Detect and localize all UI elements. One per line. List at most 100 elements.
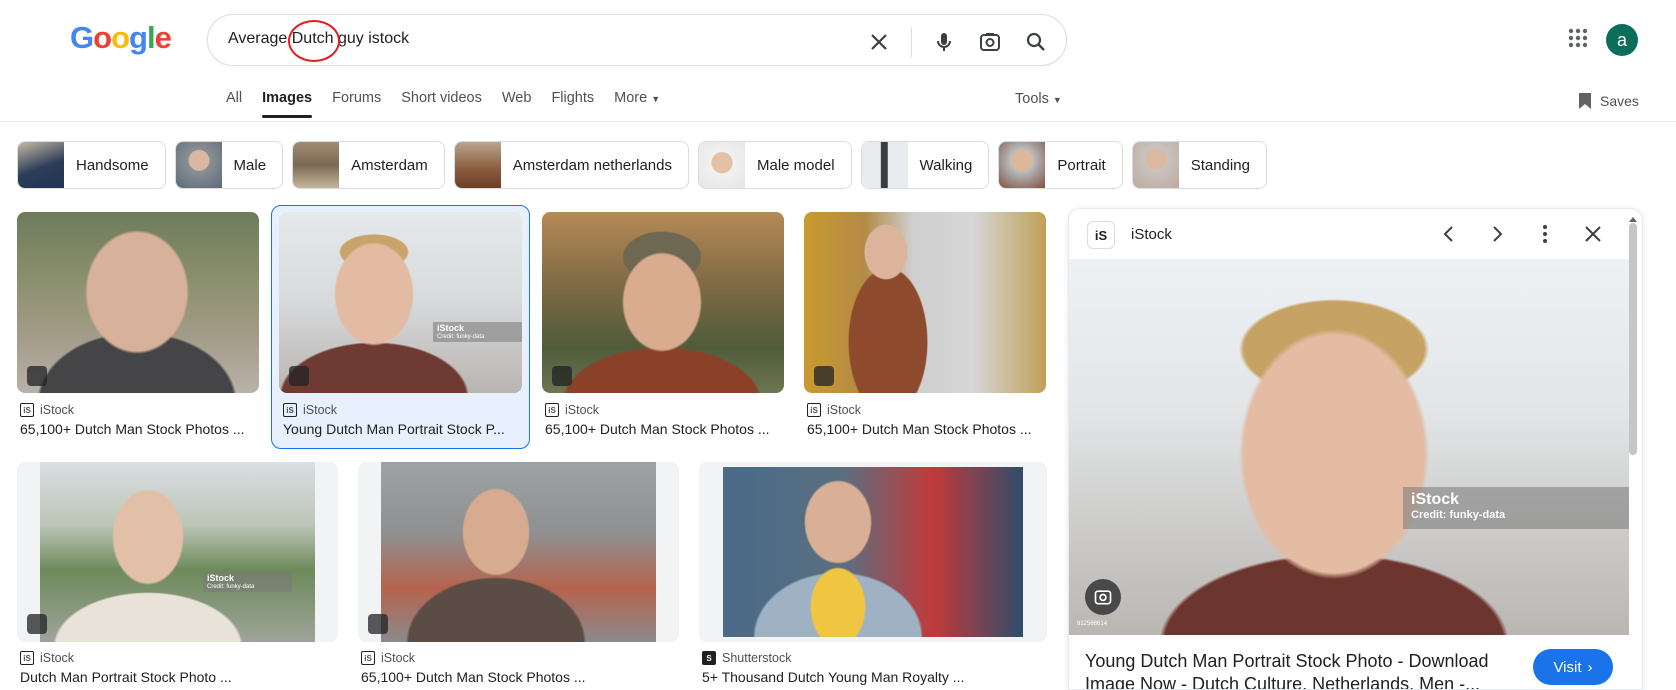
panel-source[interactable]: iStock (1131, 226, 1172, 243)
result-image[interactable] (358, 462, 679, 642)
close-icon[interactable] (1581, 222, 1605, 246)
result-image[interactable] (804, 212, 1046, 393)
chip-amsterdam[interactable]: Amsterdam (292, 141, 445, 189)
panel-title[interactable]: Young Dutch Man Portrait Stock Photo - D… (1085, 650, 1515, 689)
logo-letter: l (146, 20, 156, 55)
chip-portrait[interactable]: Portrait (998, 141, 1123, 189)
image-result[interactable]: iS iStock 65,100+ Dutch Man Stock Photos … (358, 462, 680, 690)
result-photo (723, 467, 1023, 637)
result-title[interactable]: 65,100+ Dutch Man Stock Photos ... (361, 669, 671, 685)
chip-amsterdam-netherlands[interactable]: Amsterdam netherlands (453, 141, 689, 189)
result-title[interactable]: Young Dutch Man Portrait Stock P... (283, 421, 523, 437)
watermark: iStock Credit: funky-data (203, 572, 292, 592)
result-title[interactable]: 5+ Thousand Dutch Young Man Royalty ... (702, 669, 1042, 685)
tab-web[interactable]: Web (502, 90, 532, 116)
result-title[interactable]: Dutch Man Portrait Stock Photo ... (20, 669, 330, 685)
tab-all[interactable]: All (226, 90, 242, 116)
red-circle-annotation (288, 20, 340, 62)
google-logo[interactable]: Google (70, 20, 172, 56)
camera-lens-icon[interactable] (976, 28, 1004, 56)
result-source-name: iStock (40, 403, 75, 417)
chip-standing[interactable]: Standing (1131, 141, 1267, 189)
clear-icon[interactable] (865, 28, 893, 56)
tab-short-videos[interactable]: Short videos (401, 90, 482, 116)
apps-grid-icon[interactable] (1566, 26, 1590, 50)
watermark-brand: iStock (207, 573, 235, 583)
account-avatar[interactable]: a (1606, 24, 1638, 56)
result-source-name: iStock (381, 651, 416, 665)
watermark-credit: Credit: funky-data (207, 584, 255, 590)
chevron-right-icon: › (1587, 658, 1593, 676)
result-image[interactable] (17, 462, 338, 642)
search-box[interactable]: Average Dutch guy istock (207, 14, 1067, 66)
tab-forums[interactable]: Forums (332, 90, 381, 116)
image-badge-icon (368, 614, 388, 634)
lens-search-icon[interactable] (1085, 579, 1121, 615)
chip-walking[interactable]: Walking (860, 141, 990, 189)
tab-images[interactable]: Images (262, 90, 312, 118)
image-result[interactable]: iStock Credit: funky-data iS iStock Dutch… (17, 462, 339, 690)
image-badge-icon (27, 366, 47, 386)
chip-handsome[interactable]: Handsome (17, 141, 166, 189)
chip-label: Standing (1190, 156, 1250, 174)
result-image[interactable] (279, 212, 522, 393)
result-title[interactable]: 65,100+ Dutch Man Stock Photos ... (20, 421, 260, 437)
watermark-credit: Credit: funky-data (1411, 509, 1506, 521)
bookmark-icon (1579, 93, 1591, 109)
previous-icon[interactable] (1437, 222, 1461, 246)
result-image[interactable] (699, 462, 1047, 642)
image-preview-panel: iS iStock iStock Credit: funky-data 9125… (1068, 208, 1643, 690)
image-id: 912568614 (1077, 621, 1108, 627)
istock-favicon-icon: iS (20, 403, 34, 417)
image-result[interactable]: iS iStock 65,100+ Dutch Man Stock Photos … (17, 212, 260, 442)
watermark: iStock Credit: funky-data (433, 322, 522, 342)
result-title[interactable]: 65,100+ Dutch Man Stock Photos ... (545, 421, 785, 437)
result-image[interactable] (17, 212, 259, 393)
image-badge-icon (289, 366, 309, 386)
logo-letter: o (93, 20, 112, 55)
watermark-credit: Credit: funky-data (437, 334, 485, 340)
result-photo (381, 462, 656, 642)
search-icon[interactable] (1022, 28, 1050, 56)
microphone-icon[interactable] (930, 28, 958, 56)
next-icon[interactable] (1485, 222, 1509, 246)
result-source-name: iStock (303, 403, 338, 417)
header-divider (0, 121, 1676, 122)
result-image[interactable] (542, 212, 784, 393)
logo-letter: g (129, 20, 148, 55)
caret-down-icon: ▼ (1052, 95, 1062, 105)
image-result[interactable]: iS iStock 65,100+ Dutch Man Stock Photos … (804, 212, 1047, 442)
chip-male-model[interactable]: Male model (698, 141, 852, 189)
watermark: iStock Credit: funky-data (1403, 487, 1629, 529)
visit-button[interactable]: Visit › (1533, 649, 1613, 685)
tools-button[interactable]: Tools ▼ (1015, 91, 1062, 107)
tab-flights[interactable]: Flights (551, 90, 594, 116)
chip-thumbnail (175, 142, 222, 188)
result-title[interactable]: 65,100+ Dutch Man Stock Photos ... (807, 421, 1047, 437)
chip-label: Amsterdam (351, 156, 428, 174)
result-photo (40, 462, 315, 642)
chip-label: Handsome (76, 156, 149, 174)
saves-button[interactable]: Saves (1578, 92, 1639, 110)
result-source-name: iStock (827, 403, 862, 417)
tab-more[interactable]: More ▼ (614, 90, 660, 116)
scroll-up-arrow-icon[interactable] (1628, 210, 1638, 222)
result-source: iS iStock (361, 651, 415, 665)
chip-thumbnail (18, 142, 64, 188)
more-options-icon[interactable] (1533, 222, 1557, 246)
image-result[interactable]: iS iStock 65,100+ Dutch Man Stock Photos … (542, 212, 785, 442)
result-source-name: iStock (40, 651, 75, 665)
result-source: iS iStock (545, 403, 599, 417)
panel-scrollbar[interactable] (1629, 223, 1637, 455)
istock-logo-icon[interactable]: iS (1087, 221, 1115, 249)
result-source: S Shutterstock (702, 651, 791, 665)
search-divider (911, 27, 912, 57)
chip-label: Portrait (1057, 156, 1106, 174)
image-result[interactable]: S Shutterstock 5+ Thousand Dutch Young Ma… (699, 462, 1047, 690)
chip-thumbnail (454, 142, 501, 188)
visit-label: Visit (1553, 658, 1582, 676)
preview-image[interactable]: iStock Credit: funky-data 912568614 (1069, 259, 1629, 635)
chip-male[interactable]: Male (174, 141, 284, 189)
caret-down-icon: ▼ (651, 94, 661, 104)
image-result[interactable]: iStock Credit: funky-data iS iStock Young… (279, 212, 522, 442)
